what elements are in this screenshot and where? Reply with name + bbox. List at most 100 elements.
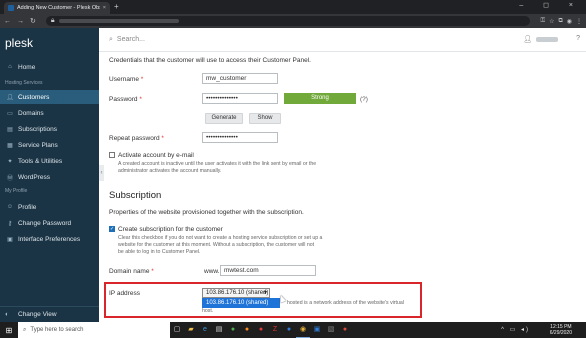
search-icon: ⌕ bbox=[109, 35, 113, 43]
key-icon[interactable]: ⚿ bbox=[540, 18, 545, 25]
user-icon[interactable]: 👤︎ bbox=[523, 35, 532, 43]
url-field[interactable]: 🔒︎ bbox=[45, 16, 531, 26]
top-search-bar: ⌕ Search... 👤︎ ? bbox=[99, 28, 586, 52]
system-tray-icons[interactable]: ^ ▭ ◂) bbox=[501, 326, 530, 333]
lock-icon: 🔒︎ bbox=[50, 17, 55, 24]
sidebar-item-label: WordPress bbox=[18, 173, 51, 181]
sidebar-item-service-plans[interactable]: ▦ Service Plans bbox=[0, 138, 99, 152]
sidebar-item-label: Domains bbox=[18, 109, 44, 117]
sidebar-item-profile[interactable]: ☺ Profile bbox=[0, 200, 99, 214]
domain-prefix: www. bbox=[204, 268, 220, 275]
store-icon[interactable]: ▤ bbox=[212, 322, 226, 338]
activate-checkbox[interactable] bbox=[109, 152, 115, 158]
reload-icon[interactable]: ↻ bbox=[30, 17, 36, 25]
plans-icon: ▦ bbox=[7, 142, 13, 149]
ip-address-select[interactable]: 103.86.176.10 (shared) ▾ bbox=[202, 288, 270, 298]
tab-close-icon[interactable]: × bbox=[103, 5, 106, 11]
app-icon[interactable]: ● bbox=[254, 322, 268, 338]
password-input[interactable]: •••••••••••••• bbox=[202, 93, 278, 104]
key-icon: ⚷ bbox=[7, 220, 13, 227]
username-input[interactable]: mw_customer bbox=[202, 73, 278, 84]
sidebar-item-label: Subscriptions bbox=[18, 125, 58, 133]
browser-tab[interactable]: Adding New Customer - Plesk Obsidian × bbox=[4, 2, 110, 14]
chrome-icon[interactable]: ◉ bbox=[296, 322, 310, 338]
change-view-label: Change View bbox=[18, 311, 57, 318]
activate-label: Activate account by e-mail bbox=[118, 152, 194, 159]
generate-button[interactable]: Generate bbox=[205, 113, 243, 124]
create-subscription-label: Create subscription for the customer bbox=[118, 226, 223, 233]
user-menu[interactable] bbox=[536, 37, 558, 42]
sidebar-item-label: Tools & Utilities bbox=[18, 157, 63, 165]
firefox-icon[interactable]: ● bbox=[240, 322, 254, 338]
sidebar-item-wordpress[interactable]: Ⓦ WordPress bbox=[0, 170, 99, 184]
wordpress-icon: Ⓦ bbox=[6, 175, 13, 182]
tab-title: Adding New Customer - Plesk Obsidian bbox=[17, 5, 100, 11]
sidebar-item-domains[interactable]: ▭ Domains bbox=[0, 106, 99, 120]
password-strength-indicator: Strong bbox=[284, 93, 356, 104]
change-view-icon: ◐ bbox=[5, 311, 9, 318]
activate-hint-line-1: A created account is inactive until the … bbox=[118, 161, 317, 167]
sidebar-item-interface-preferences[interactable]: ▣ Interface Preferences bbox=[0, 232, 99, 246]
task-view-icon[interactable]: ▢ bbox=[170, 322, 184, 338]
window-controls[interactable]: – ◻ × bbox=[519, 1, 582, 9]
sidebar-item-label: Service Plans bbox=[18, 141, 58, 149]
ip-address-label: IP address bbox=[109, 290, 140, 297]
taskbar-search[interactable]: ⌕ Type here to search bbox=[18, 322, 170, 338]
create-subscription-hint-line-1: Clear this checkbox if you do not want t… bbox=[118, 235, 323, 241]
subscriptions-icon: ▤ bbox=[7, 126, 13, 133]
sidebar-item-change-password[interactable]: ⚷ Change Password bbox=[0, 216, 99, 230]
sidebar-item-customers[interactable]: 👤︎ Customers bbox=[0, 90, 99, 104]
sidebar-item-label: Change Password bbox=[18, 219, 72, 227]
app-icon[interactable]: ▧ bbox=[324, 322, 338, 338]
menu-icon[interactable]: ⋮ bbox=[576, 18, 582, 25]
sidebar-item-label: Interface Preferences bbox=[18, 235, 81, 243]
change-view-button[interactable]: ◐ Change View bbox=[0, 306, 99, 322]
activate-hint-line-2: administrator activates the account manu… bbox=[118, 168, 222, 174]
username-label: Username * bbox=[109, 76, 144, 83]
create-subscription-hint-line-3: be able to log in to Customer Panel. bbox=[118, 249, 201, 255]
taskbar-search-placeholder: Type here to search bbox=[30, 327, 84, 333]
repeat-password-input[interactable]: •••••••••••••• bbox=[202, 132, 278, 143]
password-label: Password * bbox=[109, 96, 142, 103]
create-subscription-checkbox[interactable]: ✓ bbox=[109, 226, 115, 232]
sidebar-section-profile: My Profile bbox=[5, 188, 28, 194]
domain-name-input[interactable]: mwtest.com bbox=[220, 265, 316, 276]
globe-icon: ▭ bbox=[7, 110, 13, 117]
forward-icon[interactable]: → bbox=[17, 18, 24, 25]
sidebar-section-hosting: Hosting Services bbox=[5, 80, 43, 86]
new-tab-button[interactable]: + bbox=[114, 2, 119, 11]
ip-hint-line-2: host. bbox=[202, 308, 214, 314]
filezilla-icon[interactable]: Z bbox=[268, 322, 282, 338]
app-icon[interactable]: ● bbox=[338, 322, 352, 338]
create-subscription-hint-line-2: website for the customer at this moment.… bbox=[118, 242, 315, 248]
back-icon[interactable]: ← bbox=[4, 18, 11, 25]
ip-hint-line-1: hosted is a network address of the websi… bbox=[287, 300, 404, 306]
sidebar-item-label: Home bbox=[18, 63, 36, 71]
ip-selected-value: 103.86.176.10 (shared) bbox=[206, 290, 269, 296]
profile-avatar-icon[interactable]: ◉ bbox=[567, 18, 572, 25]
plesk-logo[interactable]: plesk bbox=[5, 36, 33, 50]
help-icon[interactable]: ? bbox=[576, 35, 580, 42]
show-button[interactable]: Show bbox=[249, 113, 281, 124]
plesk-favicon-icon bbox=[8, 5, 14, 11]
sidebar-item-tools[interactable]: ✦ Tools & Utilities bbox=[0, 154, 99, 168]
app-icon[interactable]: ● bbox=[226, 322, 240, 338]
clock[interactable]: 12:15 PM 6/29/2020 bbox=[550, 324, 572, 336]
subscription-heading: Subscription bbox=[109, 190, 162, 201]
app-icon[interactable]: ● bbox=[282, 322, 296, 338]
clock-date: 6/29/2020 bbox=[549, 330, 572, 336]
app-icon[interactable]: ▣ bbox=[310, 322, 324, 338]
sidebar-item-home[interactable]: ⌂ Home bbox=[0, 60, 99, 74]
password-help-icon[interactable]: (?) bbox=[360, 96, 368, 103]
credentials-intro: Credentials that the customer will use t… bbox=[109, 57, 311, 64]
file-explorer-icon[interactable]: ▰ bbox=[184, 322, 198, 338]
sidebar-item-label: Customers bbox=[18, 93, 50, 101]
extension-icon[interactable]: ⧉ bbox=[558, 18, 562, 25]
search-input[interactable]: Search... bbox=[117, 36, 145, 43]
edge-icon[interactable]: e bbox=[198, 322, 212, 338]
windows-start-icon[interactable]: ⊞ bbox=[0, 326, 18, 335]
ip-dropdown-option[interactable]: 103.86.176.10 (shared) bbox=[202, 298, 280, 308]
subscription-intro: Properties of the website provisioned to… bbox=[109, 209, 304, 216]
sidebar-item-subscriptions[interactable]: ▤ Subscriptions bbox=[0, 122, 99, 136]
star-icon[interactable]: ☆ bbox=[549, 18, 554, 25]
